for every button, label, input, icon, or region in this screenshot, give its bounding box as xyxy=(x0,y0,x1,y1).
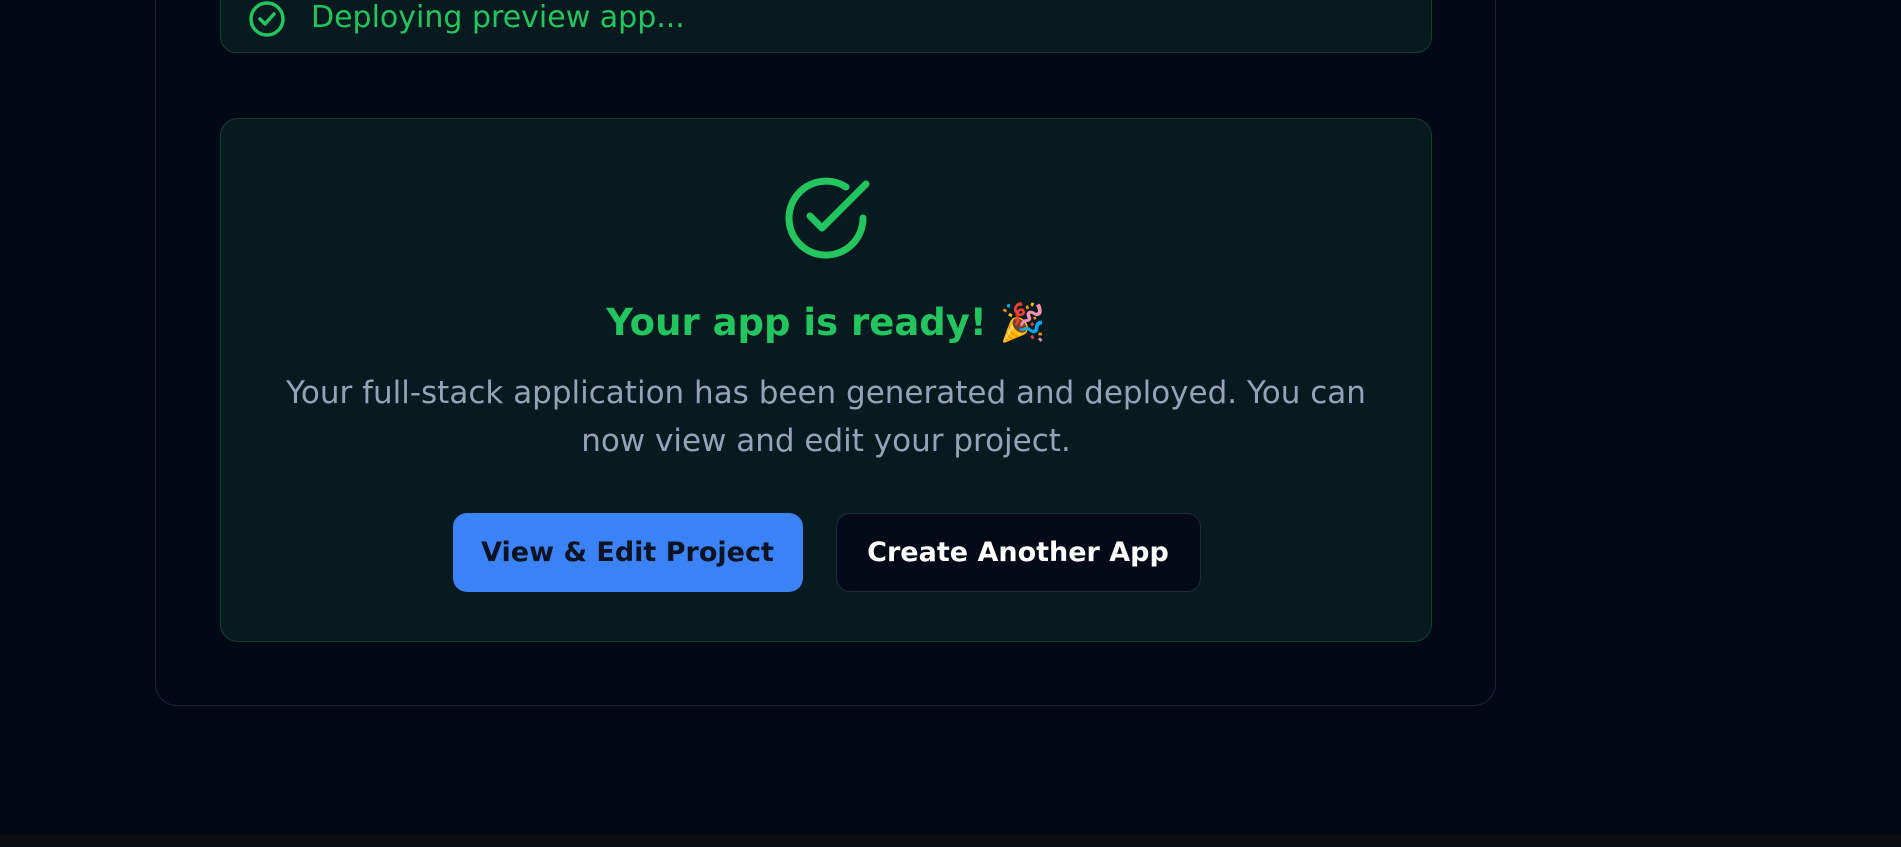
success-title: Your app is ready! 🎉 xyxy=(606,301,1046,344)
deploy-step-row: Deploying preview app... xyxy=(220,0,1432,53)
page: Deploying preview app... Your app is rea… xyxy=(0,0,1901,847)
view-edit-project-button[interactable]: View & Edit Project xyxy=(452,513,803,592)
success-card: Your app is ready! 🎉 Your full-stack app… xyxy=(220,118,1432,642)
success-description: Your full-stack application has been gen… xyxy=(286,375,1366,459)
bottom-bar xyxy=(0,835,1901,847)
deploy-step-label: Deploying preview app... xyxy=(311,0,685,35)
action-buttons: View & Edit Project Create Another App xyxy=(221,513,1431,592)
check-circle-icon xyxy=(247,0,287,39)
check-circle-icon xyxy=(779,171,873,265)
create-another-app-button[interactable]: Create Another App xyxy=(835,513,1201,592)
